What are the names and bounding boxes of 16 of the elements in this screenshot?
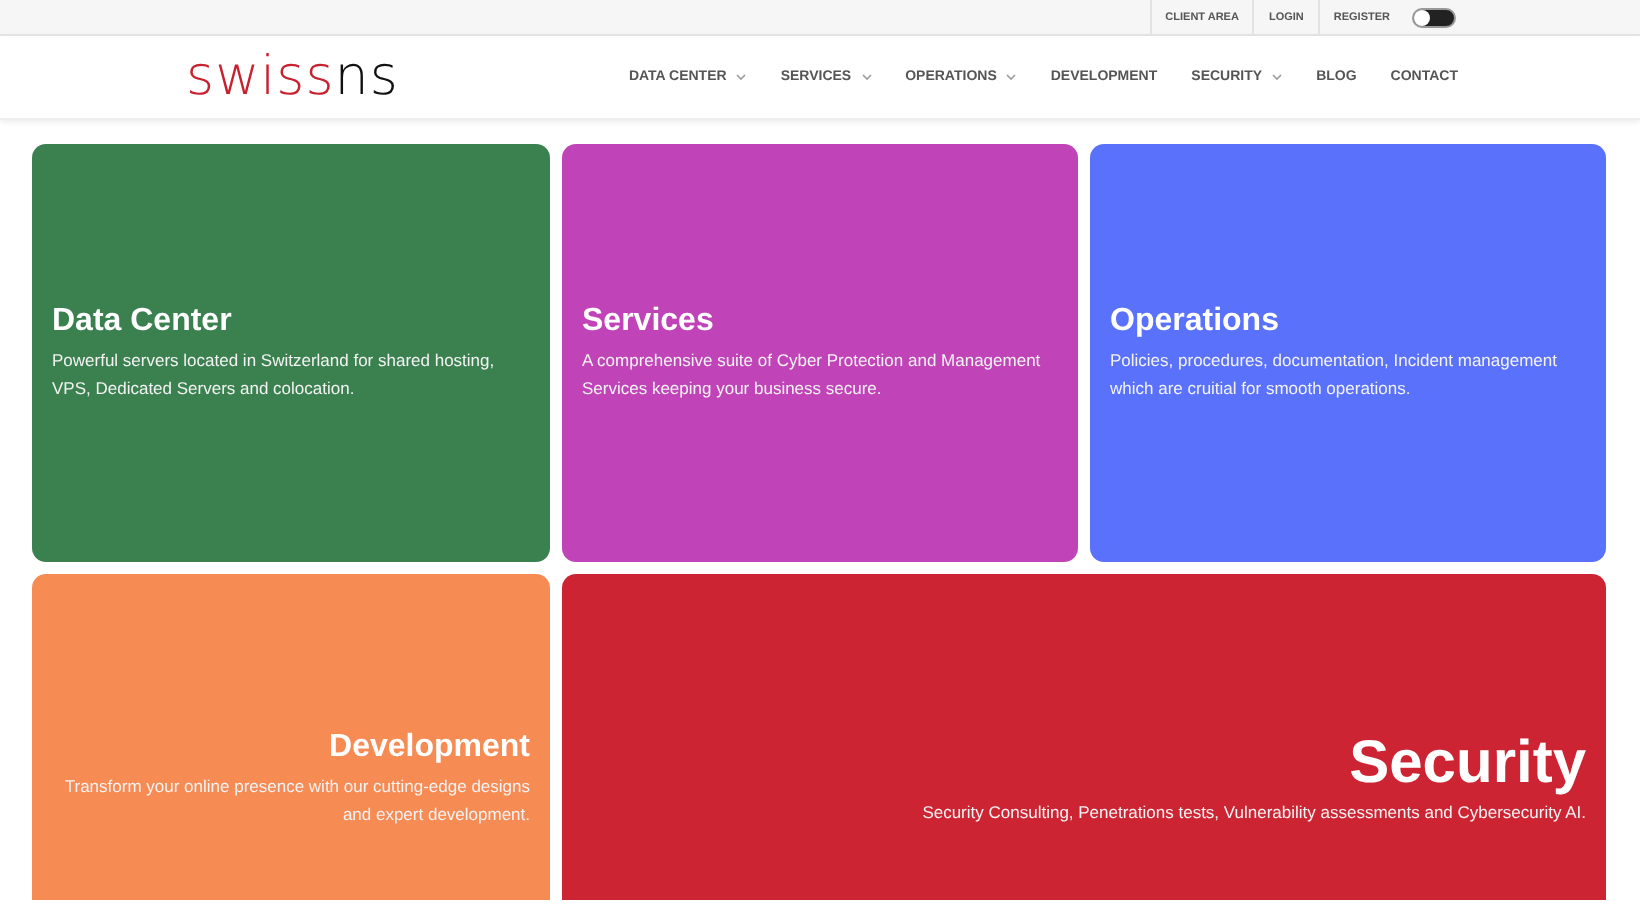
card-title: Services xyxy=(582,304,714,340)
logo[interactable]: swissns xyxy=(186,50,399,104)
card-description: Policies, procedures, documentation, Incident management which are cruitial for smooth operations. xyxy=(1110,348,1559,402)
service-card[interactable]: Data Center Powerful servers located in Switzerland for shared hosting, VPS, Dedicated Servers and colocation. xyxy=(32,144,550,562)
card-title: Operations xyxy=(1110,304,1279,340)
card-title: Development xyxy=(329,730,530,766)
card-title: Data Center xyxy=(52,304,232,340)
card-description: A comprehensive suite of Cyber Protection and Management Services keeping your business secure. xyxy=(582,348,1043,402)
service-card[interactable]: Security Security Consulting, Penetrations tests, Vulnerability assessments and Cybersecurity AI. xyxy=(562,574,1606,900)
dark-mode-toggle[interactable] xyxy=(1412,7,1456,27)
service-card[interactable]: Services A comprehensive suite of Cyber Protection and Management Services keeping your business secure. xyxy=(562,144,1078,562)
card-description: Security Consulting, Penetrations tests, Vulnerability assessments and Cybersecurity AI. xyxy=(922,800,1586,826)
service-card[interactable]: Operations Policies, procedures, documentation, Incident management which are cruitial for smooth operations. xyxy=(1090,144,1606,562)
card-description: Powerful servers located in Switzerland for shared hosting, VPS, Dedicated Servers and colocation. xyxy=(52,348,497,401)
card-description: Transform your online presence with our cutting-edge designs and expert development. xyxy=(62,774,530,828)
card-title: Security xyxy=(1349,730,1586,798)
